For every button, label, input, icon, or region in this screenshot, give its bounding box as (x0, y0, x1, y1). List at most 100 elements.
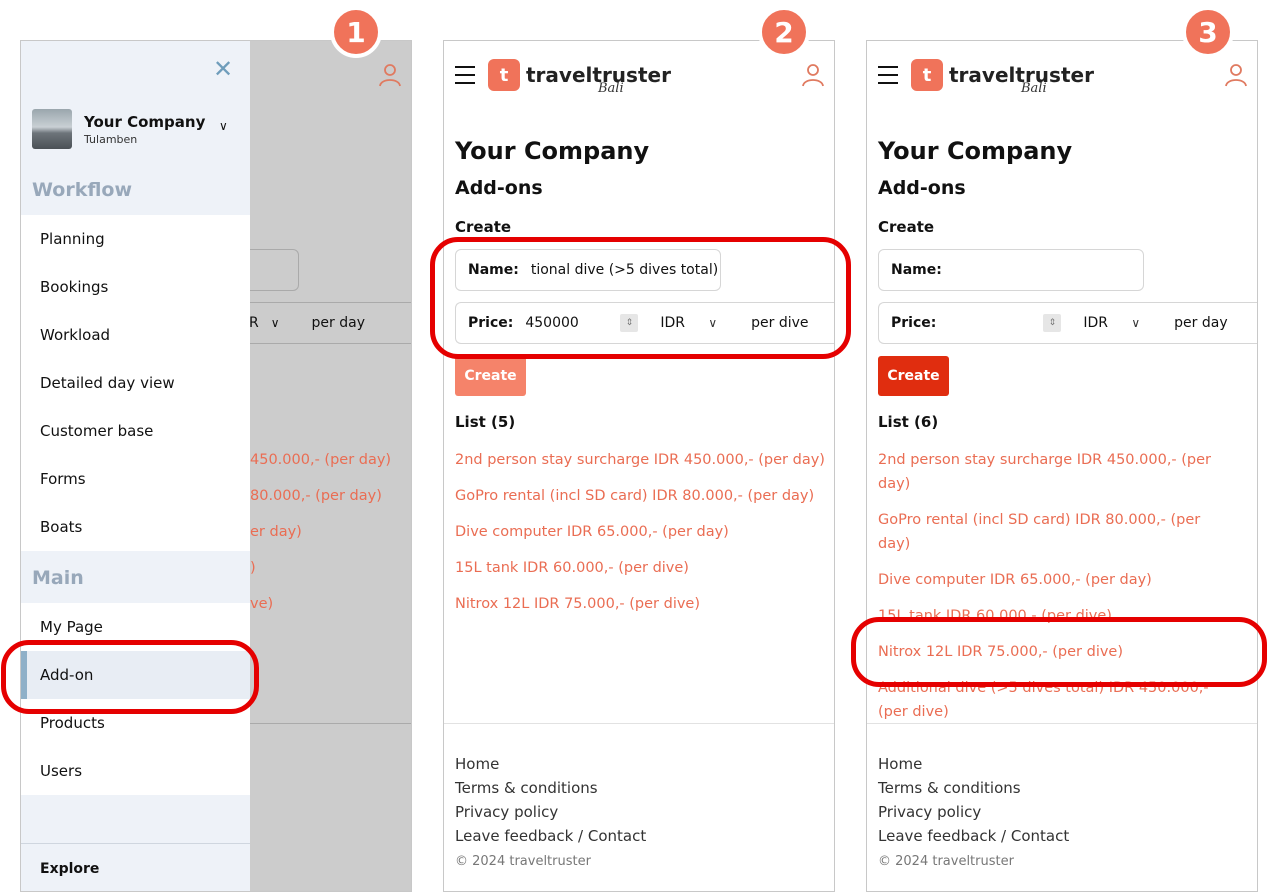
company-location: Tulamben (84, 132, 138, 146)
hamburger-menu-icon[interactable] (878, 66, 898, 84)
list-item[interactable]: 2nd person stay surcharge IDR 450.000,- … (455, 448, 825, 472)
list-item-new[interactable]: Additional dive (>5 dives total) IDR 450… (878, 676, 1223, 724)
section-heading-main: Main (32, 567, 84, 589)
footer: Home Terms & conditions Privacy policy L… (444, 723, 834, 869)
menu-item-products[interactable]: Products (21, 699, 250, 747)
dimmed-name-field (249, 249, 299, 291)
dimmed-list-item: 80.000,- (per day) (250, 488, 382, 504)
company-switcher[interactable]: Your Company Tulamben (32, 109, 205, 149)
create-button[interactable]: Create (455, 356, 526, 396)
stepper-icon[interactable]: ⇕ (1043, 314, 1062, 332)
addon-list: 2nd person stay surcharge IDR 450.000,- … (455, 448, 825, 628)
logo-mark: t (911, 59, 943, 91)
logo-region: Bali (598, 81, 624, 96)
footer-link-home[interactable]: Home (455, 752, 823, 776)
footer-link-feedback[interactable]: Leave feedback / Contact (878, 824, 1246, 848)
dimmed-list-item: er day) (250, 524, 302, 540)
company-name: Your Company (84, 112, 206, 131)
currency-select[interactable]: IDR (1083, 315, 1123, 331)
dimmed-currency: R (249, 315, 259, 331)
user-icon[interactable] (1225, 63, 1247, 87)
avatar (32, 109, 72, 149)
menu-item-detailed-day-view[interactable]: Detailed day view (21, 359, 250, 407)
panel-after-create: t traveltruster Bali Your Company Add-on… (866, 40, 1258, 892)
page-title: Your Company (878, 137, 1073, 165)
unit-select[interactable]: per dive (751, 315, 808, 331)
panel-menu-open: R ∨ per day 450.000,- (per day) 80.000,-… (20, 40, 412, 892)
logo[interactable]: t traveltruster (488, 59, 671, 91)
footer-link-feedback[interactable]: Leave feedback / Contact (455, 824, 823, 848)
chevron-down-icon[interactable]: ∨ (1131, 316, 1140, 330)
logo[interactable]: t traveltruster (911, 59, 1094, 91)
name-field[interactable]: Name: tional dive (>5 dives total) (455, 249, 721, 291)
panel-create-form-filled: t traveltruster Bali Your Company Add-on… (443, 40, 835, 892)
logo-mark: t (488, 59, 520, 91)
name-label: Name: (468, 262, 519, 278)
step-badge-3: 3 (1182, 6, 1234, 58)
dimmed-footer-divider (249, 723, 411, 724)
footer-link-privacy[interactable]: Privacy policy (455, 800, 823, 824)
drawer-footer-explore[interactable]: Explore (21, 843, 250, 891)
price-label: Price: (891, 315, 937, 331)
footer-link-terms[interactable]: Terms & conditions (455, 776, 823, 800)
copyright: © 2024 traveltruster (455, 854, 591, 869)
create-button[interactable]: Create (878, 356, 949, 396)
dimmed-list-item: ) (250, 560, 256, 576)
dimmed-list-item: 450.000,- (per day) (250, 452, 392, 468)
footer-link-terms[interactable]: Terms & conditions (878, 776, 1246, 800)
dimmed-unit: per day (311, 315, 365, 331)
menu-item-users[interactable]: Users (21, 747, 250, 795)
price-field[interactable]: Price: ⇕ IDR ∨ per day (878, 302, 1257, 344)
page-title: Your Company (455, 137, 650, 165)
menu-item-forms[interactable]: Forms (21, 455, 250, 503)
list-item[interactable]: Nitrox 12L IDR 75.000,- (per dive) (878, 640, 1223, 664)
copyright: © 2024 traveltruster (878, 854, 1014, 869)
list-item[interactable]: 15L tank IDR 60.000,- (per dive) (878, 604, 1223, 628)
footer-link-privacy[interactable]: Privacy policy (878, 800, 1246, 824)
list-item[interactable]: Dive computer IDR 65.000,- (per day) (455, 520, 825, 544)
page-subtitle: Add-ons (455, 177, 543, 199)
create-section-label: Create (455, 218, 512, 236)
menu-item-workload[interactable]: Workload (21, 311, 250, 359)
page-subtitle: Add-ons (878, 177, 966, 199)
create-section-label: Create (878, 218, 935, 236)
hamburger-menu-icon[interactable] (455, 66, 475, 84)
chevron-down-icon[interactable]: ∨ (708, 316, 717, 330)
list-item[interactable]: 15L tank IDR 60.000,- (per dive) (455, 556, 825, 580)
menu-item-boats[interactable]: Boats (21, 503, 250, 551)
list-item[interactable]: 2nd person stay surcharge IDR 450.000,- … (878, 448, 1223, 496)
list-item[interactable]: Dive computer IDR 65.000,- (per day) (878, 568, 1223, 592)
unit-select[interactable]: per day (1174, 315, 1227, 331)
chevron-down-icon: ∨ (270, 316, 280, 330)
name-value[interactable]: tional dive (>5 dives total) (531, 262, 718, 278)
price-field[interactable]: Price: 450000 ⇕ IDR ∨ per dive (455, 302, 834, 344)
section-heading-workflow: Workflow (32, 179, 133, 201)
list-label: List (6) (878, 413, 939, 431)
menu-item-add-on[interactable]: Add-on (21, 651, 250, 699)
list-item[interactable]: Nitrox 12L IDR 75.000,- (per dive) (455, 592, 825, 616)
logo-region: Bali (1021, 81, 1047, 96)
addon-list: 2nd person stay surcharge IDR 450.000,- … (878, 448, 1223, 736)
name-field[interactable]: Name: (878, 249, 1144, 291)
chevron-down-icon[interactable]: ∨ (219, 119, 228, 133)
price-value[interactable]: 450000 (525, 315, 615, 331)
footer-link-home[interactable]: Home (878, 752, 1246, 776)
name-label: Name: (891, 262, 942, 278)
menu-item-my-page[interactable]: My Page (21, 603, 250, 651)
user-icon[interactable] (802, 63, 824, 87)
list-item[interactable]: GoPro rental (incl SD card) IDR 80.000,-… (878, 508, 1223, 556)
dimmed-list: 450.000,- (per day) 80.000,- (per day) e… (250, 448, 391, 628)
currency-select[interactable]: IDR (660, 315, 700, 331)
close-icon[interactable]: ✕ (213, 55, 233, 83)
dimmed-list-item: ve) (250, 596, 274, 612)
menu-item-planning[interactable]: Planning (21, 215, 250, 263)
stepper-icon[interactable]: ⇕ (620, 314, 639, 332)
list-item[interactable]: GoPro rental (incl SD card) IDR 80.000,-… (455, 484, 825, 508)
user-icon[interactable] (379, 63, 401, 87)
step-badge-1: 1 (330, 6, 382, 58)
dimmed-price-field: R ∨ per day (249, 302, 411, 344)
menu-item-customer-base[interactable]: Customer base (21, 407, 250, 455)
menu-item-bookings[interactable]: Bookings (21, 263, 250, 311)
step-badge-2: 2 (758, 6, 810, 58)
list-label: List (5) (455, 413, 516, 431)
